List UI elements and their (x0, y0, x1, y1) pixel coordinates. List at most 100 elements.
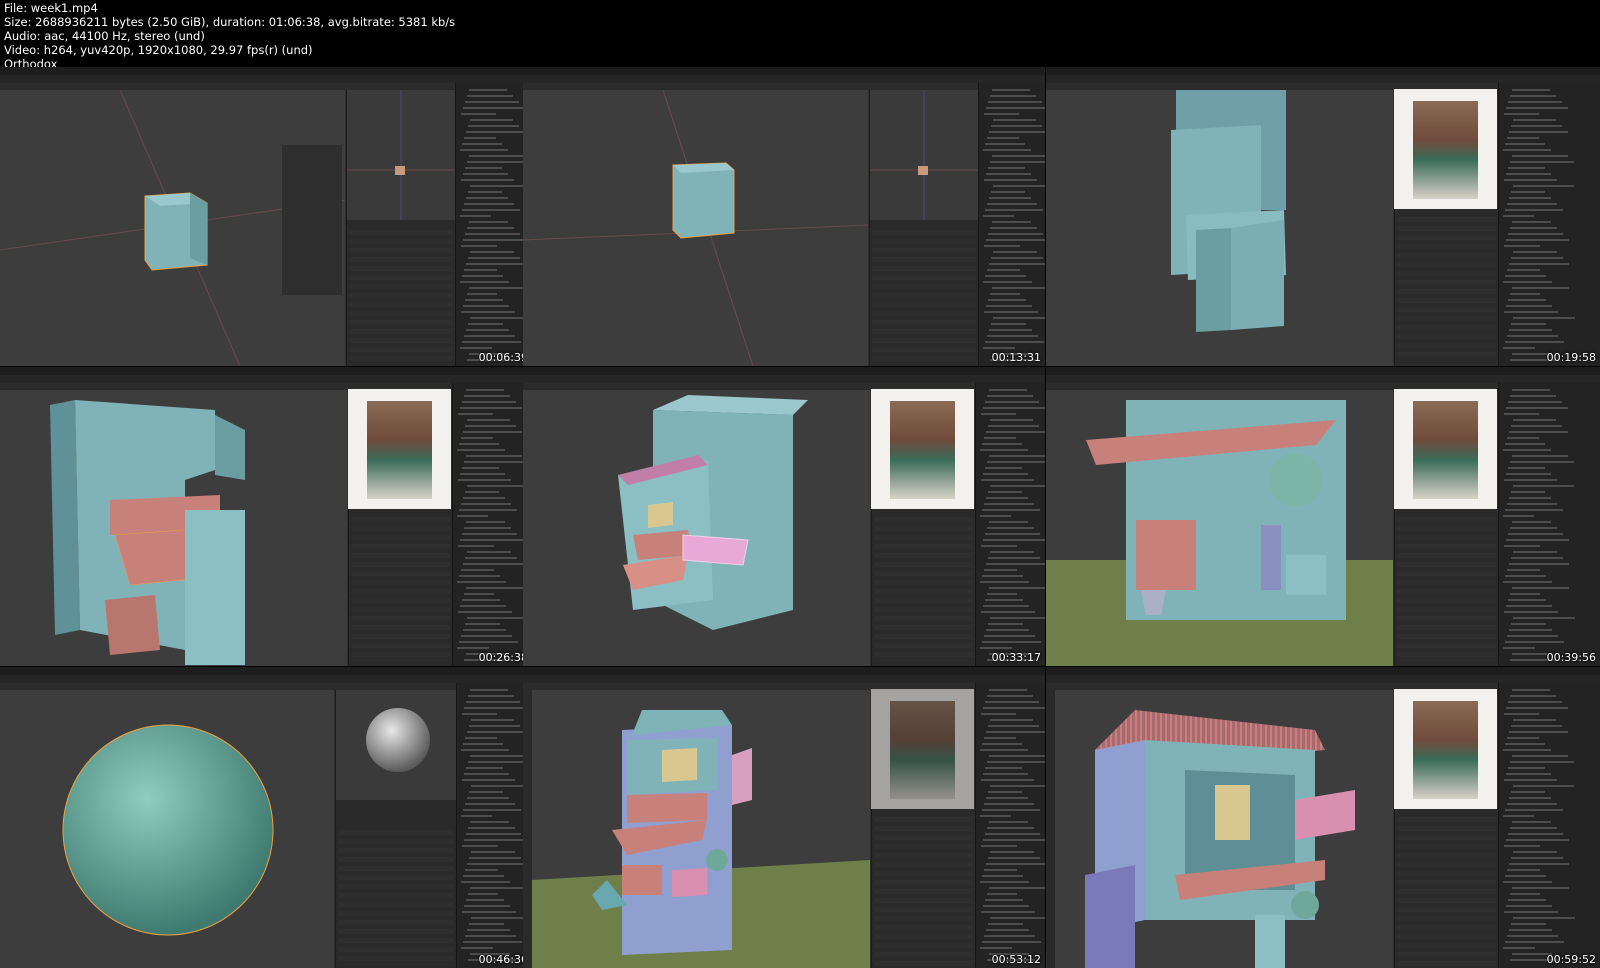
timestamp-label: 00:33:17 (991, 651, 1041, 664)
panel-row (1510, 227, 1557, 229)
panel-row (1513, 119, 1556, 121)
panel-row (993, 119, 1036, 121)
property-row (872, 347, 976, 352)
properties-panel (871, 809, 975, 968)
blender-menu-bar (0, 67, 532, 75)
panel-row (462, 911, 516, 913)
panel-row (463, 497, 505, 499)
property-row (338, 884, 454, 889)
panel-row (464, 707, 526, 709)
panel-row (1511, 791, 1545, 793)
panel-row (462, 275, 503, 277)
panel-row (466, 767, 503, 769)
thumbnail-7[interactable]: 00:46:36 (0, 667, 532, 968)
panel-row (465, 425, 516, 427)
property-row (874, 952, 973, 957)
property-row (874, 625, 973, 630)
panel-row (1510, 827, 1557, 829)
panel-row (991, 257, 1043, 259)
panel-row (982, 641, 1041, 643)
panel-row (980, 647, 1012, 649)
panel-row (1512, 389, 1550, 391)
panel-row (1508, 167, 1545, 169)
panel-row (983, 281, 1032, 283)
panel-row (986, 497, 1028, 499)
panel-row (1511, 857, 1563, 859)
panel-row (981, 611, 1035, 613)
outliner-panel (1498, 383, 1600, 666)
panel-row (1511, 623, 1546, 625)
panel-row (985, 533, 1040, 535)
panel-row (990, 161, 1045, 163)
property-row (1397, 571, 1496, 576)
outliner-panel (1498, 83, 1600, 366)
panel-row (989, 329, 1032, 331)
camera-view-preview (347, 90, 455, 220)
thumbnail-1[interactable]: 00:06:39 (0, 67, 532, 366)
panel-row (1503, 149, 1551, 151)
property-row (351, 553, 450, 558)
blender-menu-bar (1046, 367, 1600, 375)
property-row (349, 257, 453, 262)
blender-workspace-tabs (0, 375, 532, 383)
property-row (351, 643, 450, 648)
3d-viewport (1046, 90, 1393, 366)
property-row (874, 880, 973, 885)
panel-row (1506, 707, 1568, 709)
property-row (874, 607, 973, 612)
property-row (1397, 298, 1496, 303)
reference-image (871, 389, 974, 509)
panel-row (1506, 539, 1569, 541)
panel-row (464, 527, 511, 529)
panel-row (1510, 395, 1556, 397)
panel-row (465, 557, 517, 559)
thumbnail-6[interactable]: 00:39:56 (1046, 367, 1600, 666)
panel-row (470, 119, 513, 121)
thumbnail-3[interactable]: 00:19:58 (1046, 67, 1600, 366)
property-row (874, 862, 973, 867)
property-row (1397, 307, 1496, 312)
panel-row (987, 893, 1017, 895)
panel-row (989, 389, 1027, 391)
panel-row (1503, 947, 1535, 949)
panel-row (982, 575, 1023, 577)
property-row (1397, 325, 1496, 330)
panel-row (1503, 215, 1534, 217)
panel-row (1504, 911, 1558, 913)
property-row (1397, 526, 1496, 531)
thumbnail-8[interactable]: 00:53:12 (523, 667, 1045, 968)
property-row (338, 938, 454, 943)
property-row (874, 925, 973, 930)
property-row (338, 857, 454, 862)
panel-row (1512, 221, 1551, 223)
panel-row (467, 227, 514, 229)
panel-row (1503, 281, 1552, 283)
panel-row (1503, 749, 1551, 751)
panel-row (459, 509, 517, 511)
panel-row (466, 389, 504, 391)
panel-row (1504, 113, 1539, 115)
panel-row (1506, 605, 1552, 607)
property-row (874, 826, 973, 831)
property-row (1397, 598, 1496, 603)
panel-row (466, 521, 505, 523)
panel-row (468, 827, 515, 829)
property-row (874, 844, 973, 849)
property-row (1397, 625, 1496, 630)
property-row (351, 625, 450, 630)
thumbnail-5[interactable]: 00:33:17 (523, 367, 1045, 666)
panel-row (984, 113, 1019, 115)
toolbar (1046, 690, 1055, 968)
property-row (874, 898, 973, 903)
panel-row (986, 173, 1031, 175)
panel-row (985, 341, 1044, 343)
panel-row (465, 299, 503, 301)
thumbnail-4[interactable]: 00:26:38 (0, 367, 532, 666)
property-row (338, 866, 454, 871)
thumbnail-2[interactable]: 00:13:31 (523, 67, 1045, 366)
thumbnail-9[interactable]: 00:59:52 (1046, 667, 1600, 968)
file-size-info: Size: 2688936211 bytes (2.50 GiB), durat… (4, 15, 456, 29)
panel-row (1513, 317, 1575, 319)
panel-row (991, 191, 1025, 193)
panel-row (1507, 935, 1558, 937)
